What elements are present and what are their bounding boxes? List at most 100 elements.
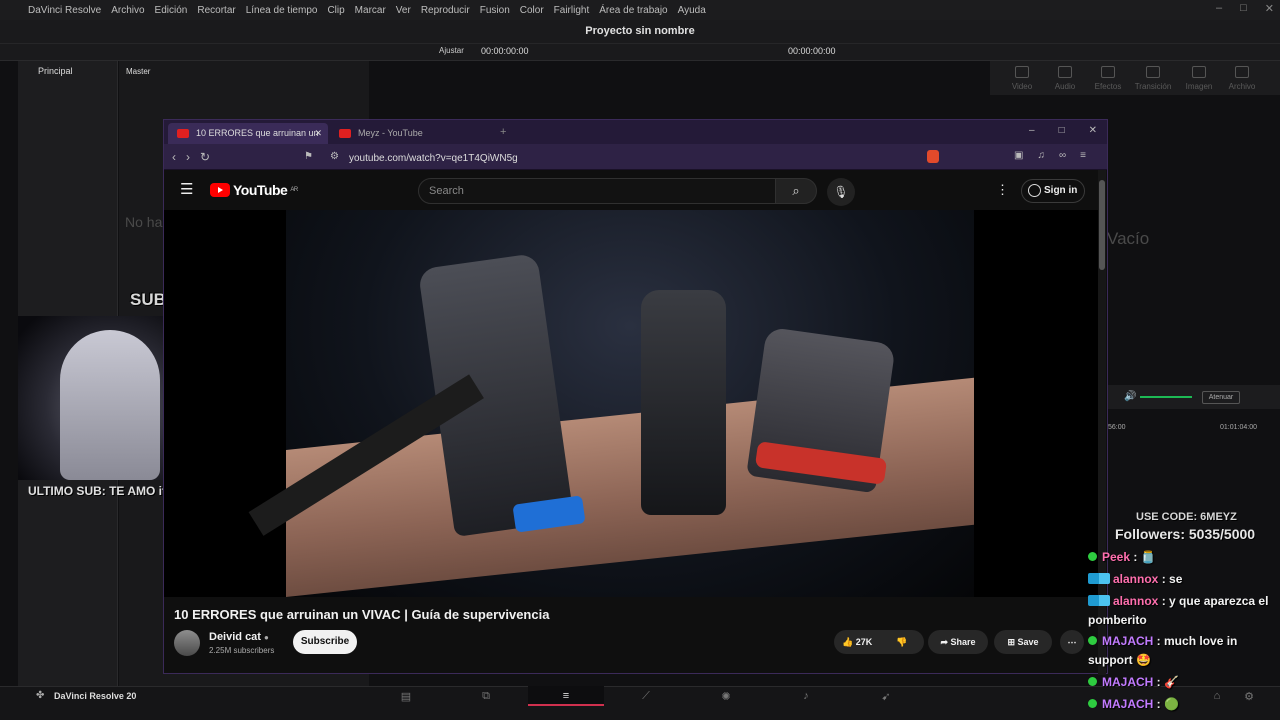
fairlight-page-icon[interactable]: ♪	[799, 690, 813, 702]
dislike-button[interactable]: 👎	[896, 630, 907, 654]
close-icon[interactable]: ✕	[1265, 2, 1274, 15]
dim-button[interactable]: Atenuar	[1202, 391, 1240, 404]
menu-item[interactable]: Marcar	[355, 5, 386, 16]
channel-name[interactable]: Deivid cat ●	[209, 631, 269, 643]
youtube-play-icon	[210, 183, 230, 197]
toolbar-icons: ▣ ♫ ∞ ≡	[1014, 150, 1086, 161]
tab-inactive[interactable]: Meyz - YouTube	[330, 123, 490, 144]
menu-item[interactable]: Ayuda	[678, 5, 706, 16]
menu-item[interactable]: Color	[520, 5, 544, 16]
chat-message: Peek : 🫙	[1088, 548, 1274, 567]
channel-avatar[interactable]	[174, 630, 200, 656]
tab-master[interactable]: Master	[119, 61, 369, 82]
media-icon[interactable]: ♫	[1037, 150, 1045, 161]
minimize-icon[interactable]: –	[1216, 2, 1222, 15]
maximize-icon[interactable]: □	[1059, 125, 1065, 136]
bookmark-icon[interactable]: ⚑	[304, 151, 313, 162]
media-tab-audio[interactable]: Audio	[1045, 66, 1085, 91]
timeline-ruler-label: 56:00	[1108, 424, 1126, 431]
like-dislike-group: 👍 27K 👎	[834, 630, 924, 654]
maximize-icon[interactable]: □	[1240, 2, 1247, 15]
youtube-logo[interactable]: YouTube AR	[210, 182, 298, 198]
streamer-silhouette	[60, 330, 160, 480]
image-icon	[1192, 66, 1206, 78]
minimize-icon[interactable]: –	[1029, 125, 1035, 136]
like-button[interactable]: 👍 27K	[842, 630, 872, 654]
menu-bar: DaVinci Resolve Archivo Edición Recortar…	[0, 0, 1280, 20]
volume-slider[interactable]	[1140, 396, 1192, 398]
tab-title: 10 ERRORES que arruinan un	[196, 128, 319, 138]
tab-principal[interactable]: Principal	[18, 61, 117, 81]
more-options-icon[interactable]: ⋮	[996, 182, 1009, 198]
menu-item[interactable]: Recortar	[197, 5, 235, 16]
address-bar: ‹ › ↻ ⚑ ⚙ youtube.com/watch?v=qe1T4QiWN5g …	[164, 144, 1107, 170]
menu-item[interactable]: Fairlight	[554, 5, 590, 16]
menu-item[interactable]: Área de trabajo	[599, 5, 667, 16]
media-tab-transition[interactable]: Transición	[1133, 66, 1173, 91]
window-controls: – □ ✕	[1216, 2, 1274, 15]
video-player[interactable]	[164, 210, 1099, 597]
share-icon: ➦	[940, 637, 948, 647]
edit-page-icon[interactable]: ≡	[559, 690, 573, 702]
media-tab-file[interactable]: Archivo	[1222, 66, 1262, 91]
site-info-icon[interactable]: ⚙	[330, 151, 339, 162]
menu-item[interactable]: Clip	[327, 5, 344, 16]
media-tab-image[interactable]: Imagen	[1179, 66, 1219, 91]
search-icon: ⌕	[792, 183, 800, 198]
new-tab-icon[interactable]: +	[500, 126, 506, 138]
share-button[interactable]: ➦ Share	[928, 630, 988, 654]
boot-middle	[641, 290, 726, 515]
chat-message: MAJACH : much love in support 🤩	[1088, 634, 1238, 667]
menu-item[interactable]: Fusion	[480, 5, 510, 16]
reader-icon[interactable]: ▣	[1014, 150, 1023, 161]
verified-icon: ●	[264, 633, 269, 642]
menu-item[interactable]: DaVinci Resolve	[28, 5, 101, 16]
voice-search-button[interactable]: 🎙	[827, 178, 855, 206]
media-tab-video[interactable]: Video	[1002, 66, 1042, 91]
scrollbar-thumb[interactable]	[1099, 180, 1105, 270]
search-button[interactable]: ⌕	[775, 178, 817, 204]
mic-icon: 🎙	[833, 185, 849, 199]
close-icon[interactable]: ✕	[1089, 125, 1097, 136]
tab-active[interactable]: 10 ERRORES que arruinan un ✕	[168, 123, 328, 144]
color-page-icon[interactable]: ✺	[719, 690, 733, 703]
tab-strip: 10 ERRORES que arruinan un ✕ Meyz - YouTu…	[164, 120, 1107, 144]
menu-item[interactable]: Archivo	[111, 5, 144, 16]
subscribe-button[interactable]: Subscribe	[293, 630, 357, 654]
menu-item[interactable]: Ver	[396, 5, 411, 16]
effects-icon	[1101, 66, 1115, 78]
audio-icon	[1058, 66, 1072, 78]
menu-item[interactable]: Reproducir	[421, 5, 470, 16]
reload-icon[interactable]: ↻	[200, 150, 210, 164]
extensions-icon[interactable]: ∞	[1059, 150, 1066, 161]
badge-icon	[1088, 677, 1097, 686]
deliver-page-icon[interactable]: ➹	[879, 690, 893, 703]
back-icon[interactable]: ‹	[172, 150, 176, 164]
hamburger-icon[interactable]: ☰	[180, 180, 193, 198]
save-button[interactable]: ⊞ Save	[994, 630, 1052, 654]
fusion-page-icon[interactable]: ⟋	[639, 690, 653, 702]
youtube-header: ☰ YouTube AR Search ⌕ 🎙 ⋮ Sign in	[164, 170, 1107, 210]
save-icon: ⊞	[1007, 637, 1015, 647]
media-page-icon[interactable]: ▤	[399, 690, 413, 703]
account-icon	[1028, 184, 1041, 197]
menu-item[interactable]: Línea de tiempo	[246, 5, 318, 16]
close-tab-icon[interactable]: ✕	[314, 128, 322, 139]
media-tab-effects[interactable]: Efectos	[1088, 66, 1128, 91]
menu-icon[interactable]: ≡	[1080, 150, 1086, 161]
brave-shield-icon[interactable]	[927, 150, 939, 163]
zoom-fit-select[interactable]: Ajustar	[439, 46, 464, 55]
subscriber-badge-icon	[1088, 573, 1110, 584]
emote-icon: 🤩	[1136, 653, 1151, 667]
sign-in-button[interactable]: Sign in	[1021, 179, 1085, 203]
menu-item[interactable]: Edición	[155, 5, 188, 16]
more-actions-button[interactable]: ⋯	[1060, 630, 1084, 654]
empty-pool-text: No ha	[125, 214, 163, 230]
cut-page-icon[interactable]: ⧉	[479, 690, 493, 702]
url-field[interactable]: youtube.com/watch?v=qe1T4QiWN5g	[349, 153, 518, 164]
forward-icon[interactable]: ›	[186, 150, 190, 164]
transition-icon	[1146, 66, 1160, 78]
speaker-icon[interactable]: 🔊	[1124, 391, 1136, 402]
search-input[interactable]: Search	[418, 178, 776, 204]
chat-message: alannox : se	[1088, 570, 1274, 589]
